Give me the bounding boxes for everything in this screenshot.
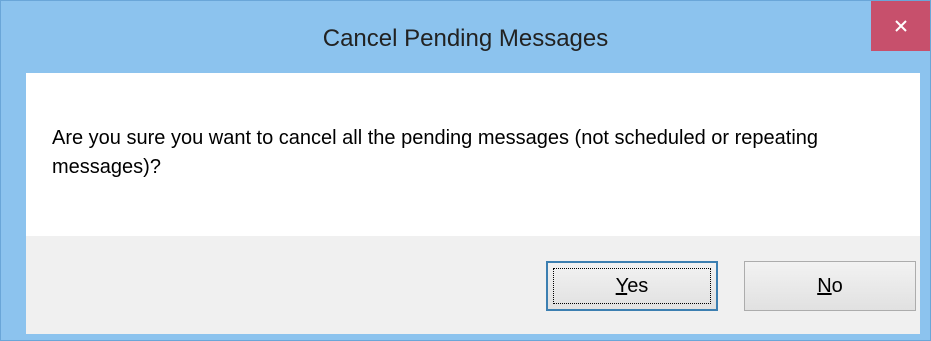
title-bar[interactable]: Cancel Pending Messages: [1, 1, 930, 73]
no-label-rest: o: [831, 274, 843, 297]
yes-mnemonic: Y: [615, 274, 628, 297]
yes-button-label: Yes: [616, 275, 649, 298]
message-panel: Are you sure you want to cancel all the …: [26, 73, 920, 236]
close-button[interactable]: [871, 1, 930, 51]
yes-label-rest: es: [627, 274, 649, 297]
dialog-window: Cancel Pending Messages Are you sure you…: [0, 0, 931, 341]
dialog-title: Cancel Pending Messages: [322, 25, 609, 52]
dialog-client-area: Are you sure you want to cancel all the …: [26, 73, 920, 334]
dialog-message: Are you sure you want to cancel all the …: [52, 127, 819, 178]
no-button-label: No: [817, 275, 843, 298]
no-mnemonic: N: [817, 274, 832, 297]
no-button[interactable]: No: [744, 261, 916, 311]
close-icon: [894, 19, 908, 33]
yes-button[interactable]: Yes: [546, 261, 718, 311]
